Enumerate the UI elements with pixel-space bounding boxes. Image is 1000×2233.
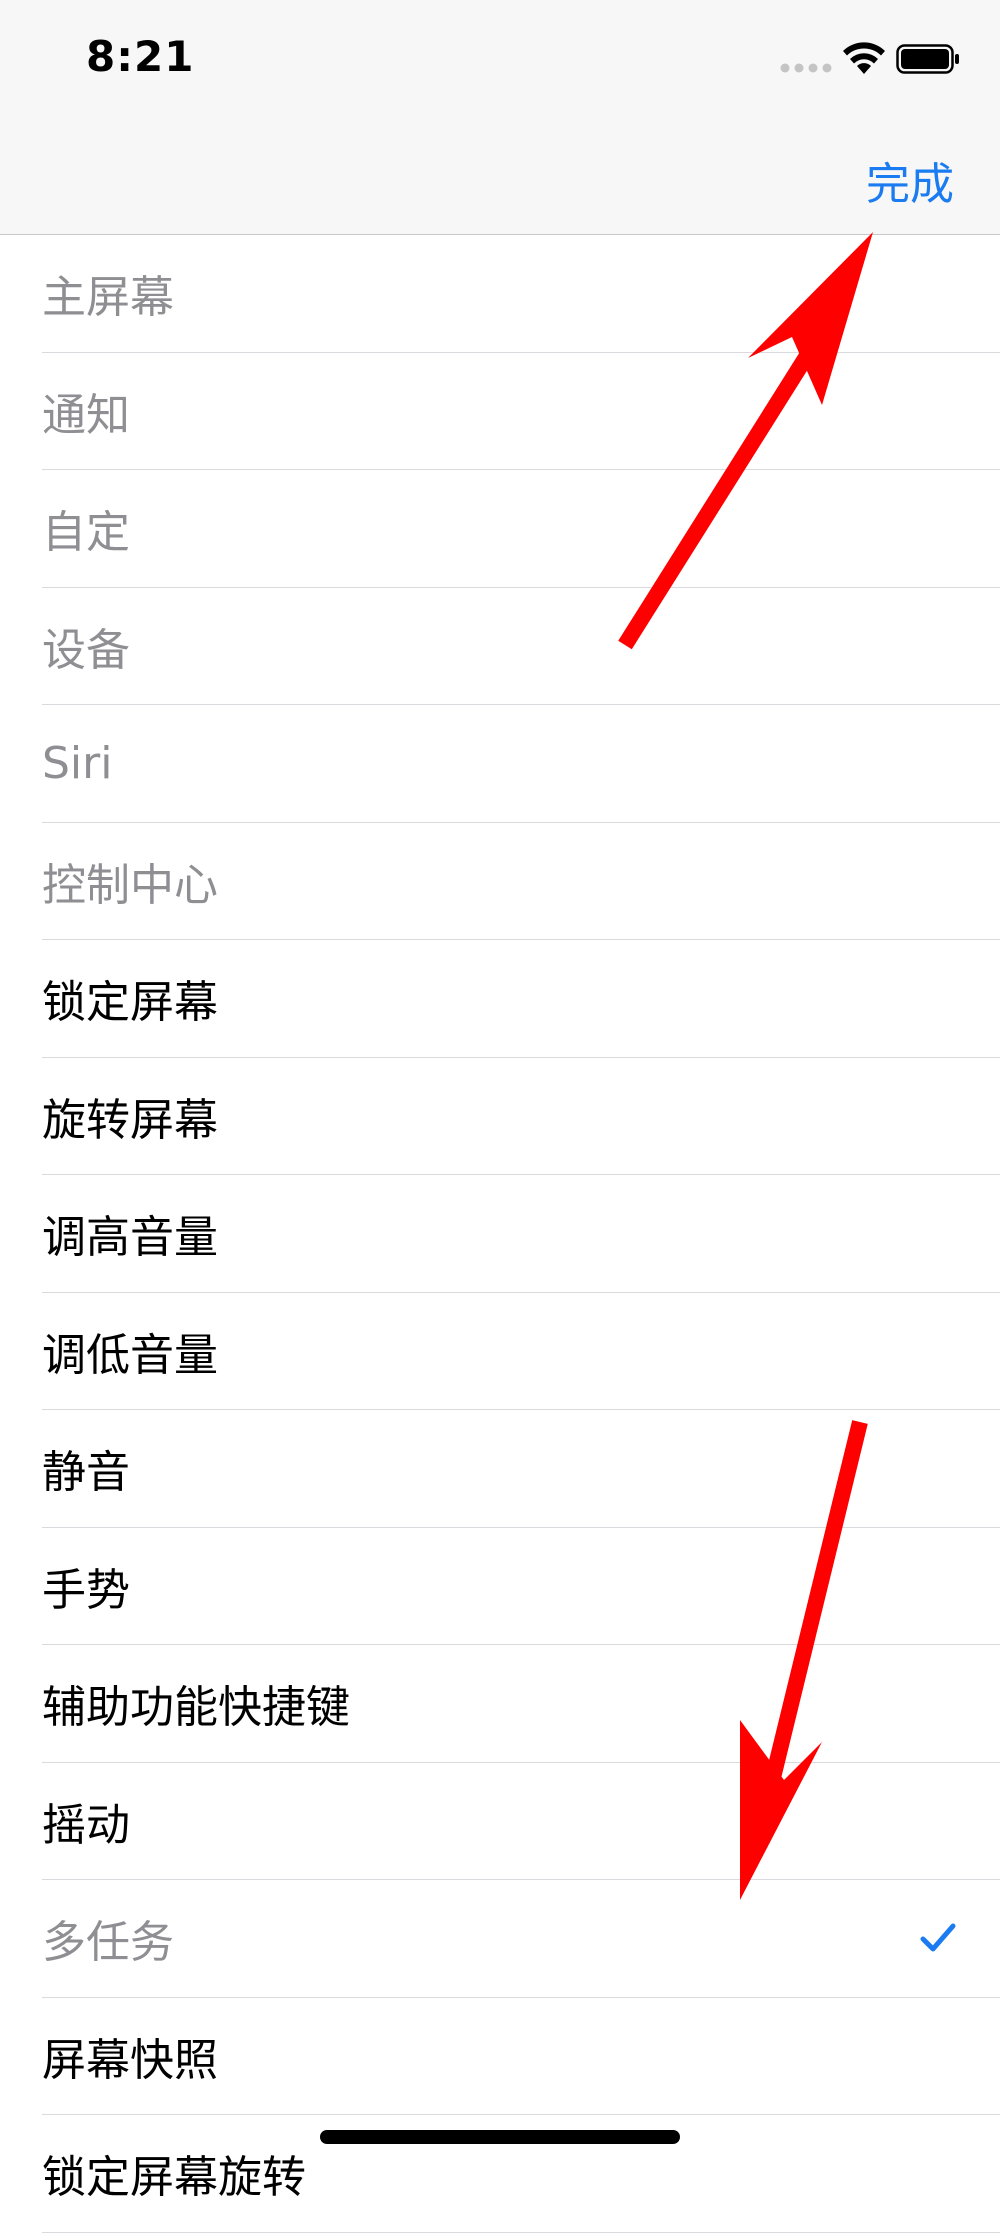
status-time: 8:21 [86, 32, 195, 81]
list-item[interactable]: 屏幕快照 [42, 1998, 1000, 2115]
list-item-label: 旋转屏幕 [42, 1094, 218, 1146]
list-item[interactable]: 锁定屏幕 [42, 940, 1000, 1058]
list-item[interactable]: 设备 [42, 588, 1000, 705]
checkmark-icon [920, 1923, 956, 1952]
home-indicator[interactable] [320, 2130, 680, 2144]
list-item[interactable]: Siri [42, 705, 1000, 823]
list-item[interactable]: 控制中心 [42, 823, 1000, 940]
wifi-icon [843, 42, 885, 74]
list-item[interactable]: 辅助功能快捷键 [42, 1645, 1000, 1763]
list-item-label: Siri [42, 737, 113, 789]
list-item[interactable]: 调高音量 [42, 1175, 1000, 1293]
list-item-label: 手势 [42, 1564, 130, 1616]
battery-icon [896, 44, 959, 74]
done-button[interactable]: 完成 [866, 148, 954, 212]
list-item[interactable]: 旋转屏幕 [42, 1058, 1000, 1175]
list-item[interactable]: 自定 [42, 470, 1000, 588]
list-item-label: 自定 [42, 507, 130, 559]
list-item-label: 设备 [42, 624, 130, 676]
list-item-label: 控制中心 [42, 859, 218, 911]
list-item[interactable]: 手势 [42, 1528, 1000, 1645]
list-item-label: 静音 [42, 1447, 130, 1499]
list-item[interactable]: 主屏幕 [42, 235, 1000, 353]
list-item-label: 锁定屏幕 [42, 977, 218, 1029]
status-bar: 8:21 [0, 0, 1000, 120]
list-item-label: 通知 [42, 389, 130, 441]
nav-bar: 完成 [0, 120, 1000, 235]
list-item-label: 屏幕快照 [42, 2034, 218, 2086]
list-item-label: 摇动 [42, 1799, 130, 1851]
signal-dots-icon [780, 63, 832, 73]
list-item[interactable]: 多任务 [42, 1880, 1000, 1998]
list-item-label: 调低音量 [42, 1329, 218, 1381]
list-item[interactable]: 摇动 [42, 1763, 1000, 1880]
list-item[interactable]: 通知 [42, 353, 1000, 470]
list-item-label: 主屏幕 [42, 272, 174, 324]
action-list: 主屏幕通知自定设备 Siri 控制中心锁定屏幕旋转屏幕调高音量调低音量静音手势辅助功… [0, 235, 1000, 2233]
list-item-label: 调高音量 [42, 1212, 218, 1264]
list-item[interactable]: 静音 [42, 1410, 1000, 1528]
list-item-label: 锁定屏幕旋转 [42, 2152, 306, 2204]
list-item-label: 辅助功能快捷键 [42, 1682, 350, 1734]
list-item[interactable]: 调低音量 [42, 1293, 1000, 1410]
list-item-label: 多任务 [42, 1917, 174, 1969]
